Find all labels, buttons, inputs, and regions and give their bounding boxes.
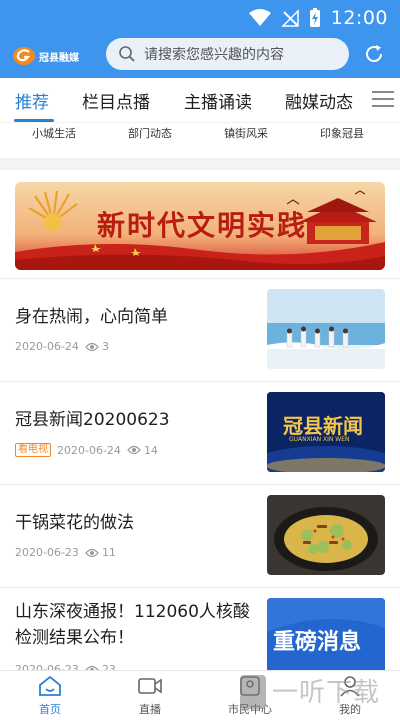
search-placeholder: 请搜索您感兴趣的内容 [144,47,284,63]
article-meta: 看电视 2020-06-24 14 [15,443,158,457]
list-item[interactable]: 冠县新闻20200623 看电视 2020-06-24 14 冠县新闻 GUAN… [0,381,400,484]
banner[interactable]: 新时代文明实践 [15,182,385,270]
category-tabs: 推荐 栏目点播 主播诵读 融媒动态 [0,78,400,122]
subtab-department-news[interactable]: 部门动态 [128,125,172,141]
sub-category-bar: 小城生活 部门动态 镇街风采 印象冠县 [0,122,400,146]
tab-media-news[interactable]: 融媒动态 [285,88,353,113]
article-title: 干锅菜花的做法 [15,513,134,533]
list-item[interactable]: 身在热闹，心向简单 2020-06-24 3 [0,278,400,381]
logo-icon [13,47,35,65]
article-date: 2020-06-24 [57,443,121,457]
article-thumbnail: 重磅消息 [267,598,385,678]
menu-icon[interactable] [372,90,394,108]
banner-title: 新时代文明实践 [97,209,308,242]
thumbnail-subtitle: GUANXIAN XIN WEN [289,436,350,443]
article-meta: 2020-06-23 11 [15,546,116,559]
subtab-city-life[interactable]: 小城生活 [32,125,76,141]
status-bar: 12:00 [0,0,400,36]
article-thumbnail [267,495,385,575]
watermark-badge [240,675,266,709]
article-thumbnail: 冠县新闻 GUANXIAN XIN WEN [267,392,385,472]
nav-live[interactable]: 直播 [120,675,180,717]
subtab-town-style[interactable]: 镇街风采 [224,125,268,141]
article-views: 11 [85,546,116,559]
app-logo: 冠县融媒 [12,43,79,69]
article-title: 冠县新闻20200623 [15,410,170,430]
thumbnail-title: 冠县新闻 [283,414,363,438]
refresh-icon[interactable] [362,42,386,66]
logo-text: 冠县融媒 [39,52,79,64]
article-date: 2020-06-24 [15,340,79,353]
battery-charging-icon [309,8,320,27]
article-title: 身在热闹，心向简单 [15,307,168,327]
section-separator [0,158,400,170]
article-views: 3 [85,340,109,353]
eye-icon [85,342,99,351]
tab-program[interactable]: 栏目点播 [82,88,150,113]
watermark-text: 一听下载 [272,678,381,708]
search-input[interactable]: 请搜索您感兴趣的内容 [106,38,349,70]
home-icon [39,675,61,696]
article-meta: 2020-06-24 3 [15,340,109,353]
article-views: 14 [127,444,158,457]
wifi-icon [248,9,271,26]
article-date: 2020-06-23 [15,546,79,559]
video-camera-icon [138,678,162,694]
subtab-impression-guanxian[interactable]: 印象冠县 [320,125,364,141]
eye-icon [85,548,99,557]
eye-icon [127,445,141,455]
thumbnail-title: 重磅消息 [273,630,362,655]
no-signal-icon [280,9,299,27]
search-icon [119,46,135,62]
tab-anchor-reading[interactable]: 主播诵读 [184,88,252,113]
article-title: 山东深夜通报！112060人核酸检测结果公布！ [15,602,250,648]
app-header: 冠县融媒 请搜索您感兴趣的内容 [0,36,400,78]
article-tag: 看电视 [15,443,51,457]
list-item[interactable]: 干锅菜花的做法 2020-06-23 11 [0,484,400,587]
nav-home[interactable]: 首页 [20,675,80,717]
tab-recommend[interactable]: 推荐 [15,88,49,113]
article-thumbnail [267,289,385,369]
status-time: 12:00 [330,7,388,29]
